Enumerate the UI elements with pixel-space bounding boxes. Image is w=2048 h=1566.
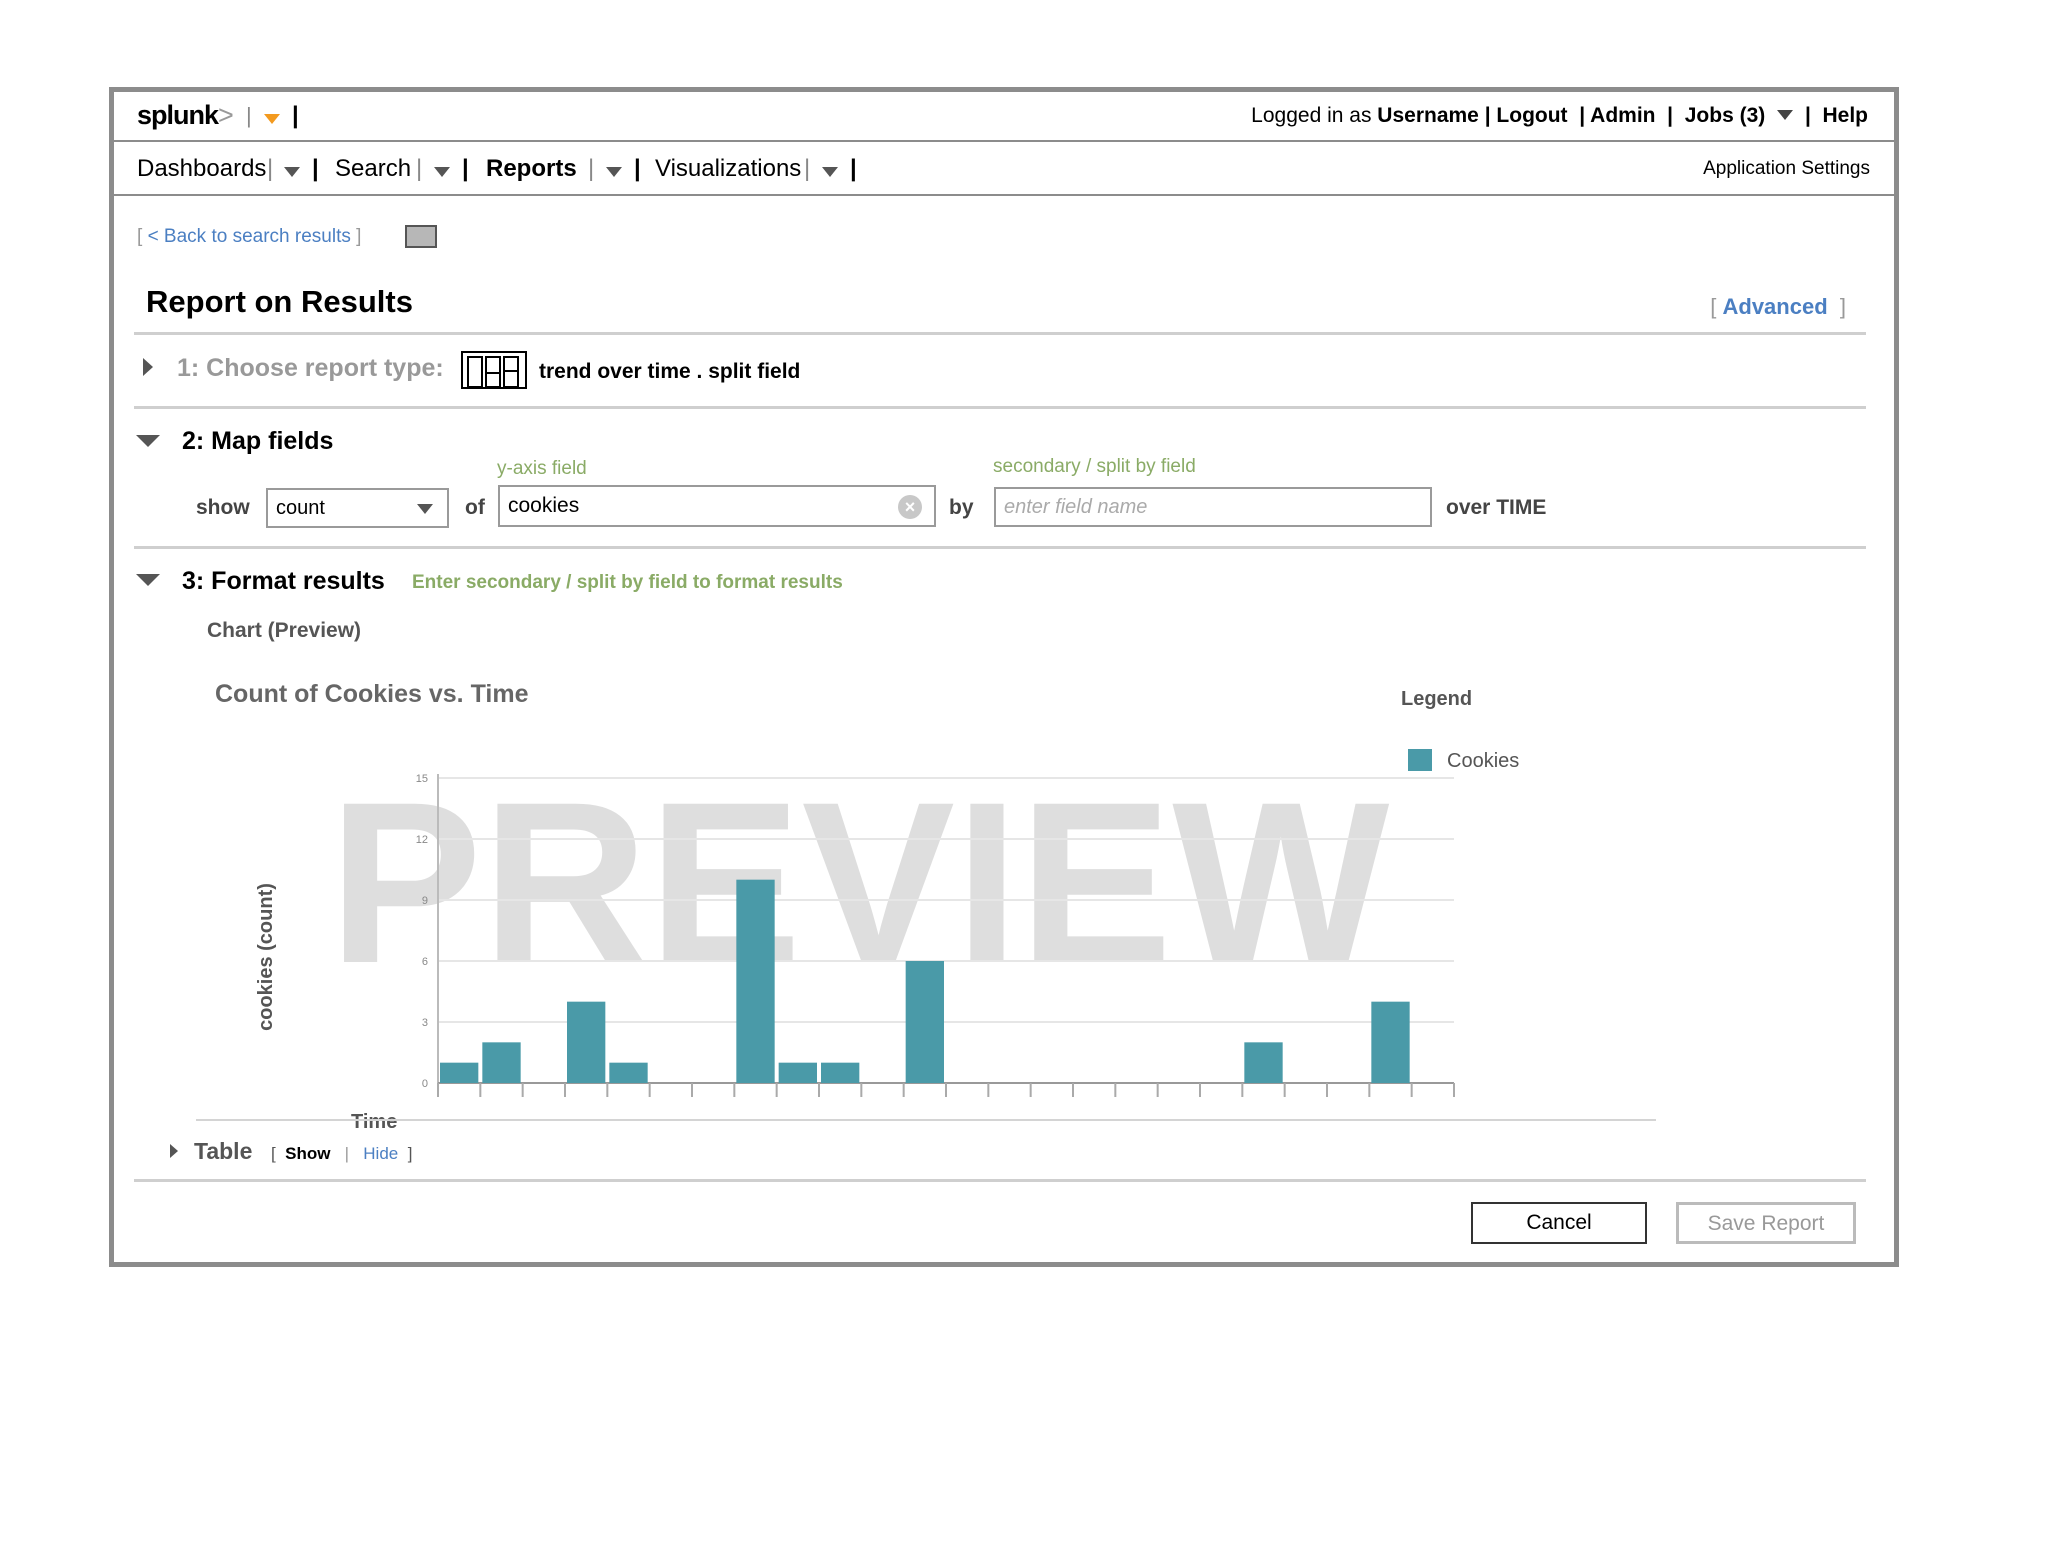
reports-chevron-down-icon[interactable] [606, 167, 622, 177]
logout-link[interactable]: Logout [1496, 104, 1567, 127]
format-hint: Enter secondary / split by field to form… [412, 572, 843, 593]
dashboards-chevron-down-icon[interactable] [284, 167, 300, 177]
visualizations-chevron-down-icon[interactable] [822, 167, 838, 177]
step1-expand-icon[interactable] [143, 358, 153, 376]
back-link-wrapper: [ < Back to search results ] [137, 226, 362, 247]
step3-collapse-icon[interactable] [136, 574, 160, 586]
nav-separator: | [267, 155, 274, 182]
chart-preview: Count of Cookies vs. Time PREVIEW 0 3 6 9 12… [215, 680, 1519, 1133]
divider [134, 406, 1866, 409]
search-thumbnail-icon[interactable] [405, 225, 437, 248]
help-link[interactable]: Help [1822, 104, 1868, 127]
nav-item-visualizations[interactable]: Visualizations [655, 155, 801, 183]
chart-title: Count of Cookies vs. Time [215, 680, 529, 708]
step3-title: 3: Format results [182, 567, 385, 595]
aggregate-select-value: count [276, 497, 325, 519]
legend-swatch-cookies [1408, 749, 1432, 771]
admin-link[interactable]: Admin [1590, 104, 1655, 127]
nav-item-dashboards[interactable]: Dashboards [137, 155, 266, 183]
bar [778, 1062, 817, 1083]
nav-item-search[interactable]: Search [335, 155, 411, 183]
over-time-label: over TIME [1446, 496, 1547, 519]
chart-preview-label: Chart (Preview) [207, 619, 362, 642]
page-title: Report on Results [146, 284, 413, 319]
y-tick-label: 9 [422, 895, 428, 907]
y-axis-label: cookies (count) [255, 883, 277, 1031]
logo-divider: | [292, 102, 299, 129]
cancel-button[interactable]: Cancel [1471, 1202, 1647, 1244]
top-bar: splunk> | | Logged in as Username | Logo… [114, 92, 1894, 142]
y-tick-label: 0 [422, 1078, 428, 1090]
user-menu: Logged in as Username | Logout | Admin |… [1251, 104, 1868, 127]
y-tick-label: 3 [422, 1017, 428, 1029]
splunk-logo[interactable]: splunk> [137, 100, 234, 131]
bar [1371, 1001, 1410, 1083]
logo-separator: | [246, 103, 252, 128]
save-report-button[interactable]: Save Report [1676, 1202, 1856, 1244]
yaxis-field-caption: y-axis field [497, 458, 587, 479]
app-window: splunk> | | Logged in as Username | Logo… [109, 87, 1899, 1267]
split-field-placeholder: enter field name [1004, 496, 1148, 518]
nav-item-reports[interactable]: Reports [486, 155, 577, 183]
app-menu-chevron-down-icon[interactable] [264, 114, 280, 124]
of-label: of [465, 496, 485, 519]
bar [567, 1001, 606, 1083]
username-link[interactable]: Username [1377, 104, 1479, 127]
legend-label-cookies: Cookies [1447, 750, 1519, 772]
jobs-chevron-down-icon[interactable] [1777, 110, 1794, 120]
search-chevron-down-icon[interactable] [434, 167, 450, 177]
divider [134, 332, 1866, 335]
step1-title: 1: Choose report type: [177, 354, 444, 382]
nav-separator: | [804, 155, 811, 182]
table-expand-icon[interactable] [170, 1144, 178, 1158]
step2-collapse-icon[interactable] [136, 435, 160, 447]
nav-divider: | [312, 155, 319, 182]
bar [736, 879, 775, 1083]
x-axis-label: Time [351, 1111, 397, 1133]
report-type-icon[interactable] [461, 351, 527, 389]
bar [905, 961, 944, 1083]
y-tick-label: 6 [422, 956, 428, 968]
preview-watermark: PREVIEW [329, 754, 1390, 1011]
y-tick-label: 15 [416, 773, 428, 785]
show-label: show [196, 496, 250, 519]
clear-icon[interactable]: × [898, 495, 922, 519]
y-tick-label: 12 [416, 834, 428, 846]
logged-in-label: Logged in as [1251, 104, 1372, 127]
bar [482, 1042, 521, 1083]
application-settings-link[interactable]: Application Settings [1703, 158, 1870, 180]
nav-divider: | [462, 155, 469, 182]
step2-title: 2: Map fields [182, 427, 334, 455]
split-field-caption: secondary / split by field [993, 456, 1196, 477]
table-section-label: Table [194, 1138, 253, 1164]
aggregate-chevron-down-icon [417, 504, 433, 514]
advanced-link[interactable]: Advanced [1723, 294, 1828, 319]
divider [196, 1119, 1656, 1121]
bar [609, 1062, 648, 1083]
table-show-link[interactable]: Show [285, 1144, 330, 1163]
split-field-input[interactable]: enter field name [994, 487, 1432, 527]
bar [821, 1062, 860, 1083]
nav-divider: | [850, 155, 857, 182]
report-type-value: trend over time . split field [539, 360, 801, 383]
nav-divider: | [634, 155, 641, 182]
aggregate-select[interactable]: count [266, 488, 449, 528]
bar [440, 1062, 479, 1083]
nav-separator: | [416, 155, 423, 182]
main-nav: Dashboards | | Search | | Reports | | Vi… [114, 142, 1894, 196]
nav-separator: | [588, 155, 595, 182]
divider [134, 1179, 1866, 1182]
by-label: by [949, 496, 974, 519]
back-to-search-results-link[interactable]: < Back to search results [148, 226, 351, 247]
bar [1244, 1042, 1283, 1083]
advanced-link-wrapper: [ Advanced ] [1710, 294, 1846, 319]
table-toggle: [ Show | Hide ] [271, 1144, 413, 1163]
divider [134, 546, 1866, 549]
yaxis-field-value: cookies [508, 494, 580, 517]
jobs-link[interactable]: Jobs (3) [1685, 104, 1766, 127]
yaxis-field-input[interactable]: cookies × [498, 485, 936, 527]
legend-title: Legend [1401, 688, 1472, 710]
table-hide-link[interactable]: Hide [363, 1144, 398, 1163]
